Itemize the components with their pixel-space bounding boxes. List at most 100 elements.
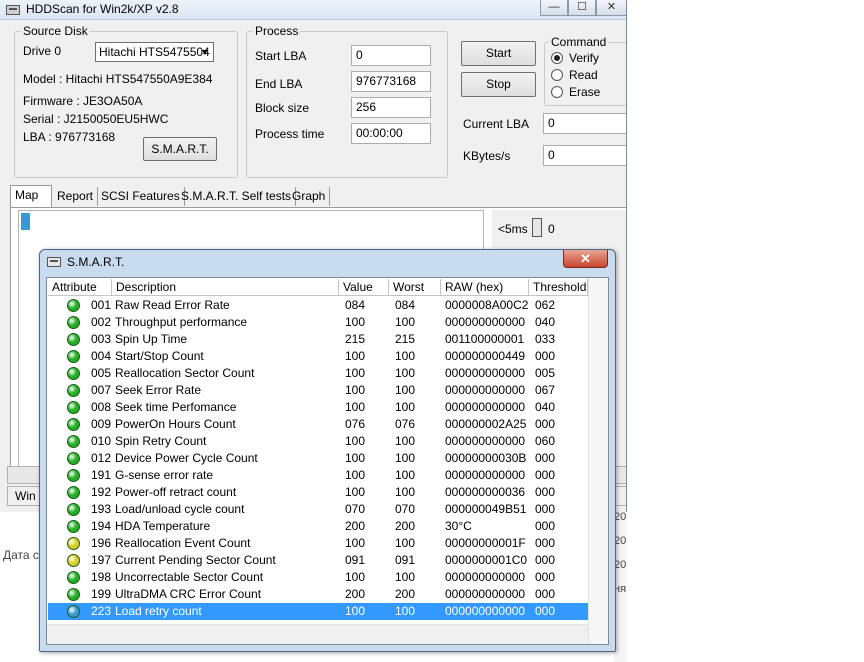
cell-value: 076: [345, 417, 366, 431]
cell-raw: 000000002A25: [445, 417, 527, 431]
cell-value: 100: [345, 468, 366, 482]
radio-erase[interactable]: [551, 86, 563, 98]
cell-attr: 198: [91, 570, 112, 584]
tab-smart-self-tests[interactable]: S.M.A.R.T. Self tests: [177, 187, 297, 206]
start-button[interactable]: Start: [461, 41, 536, 66]
cell-threshold: 000: [535, 451, 556, 465]
cell-threshold: 000: [535, 468, 556, 482]
cell-threshold: 040: [535, 315, 556, 329]
stop-button[interactable]: Stop: [461, 72, 536, 97]
smart-close-button[interactable]: ✕: [563, 250, 608, 268]
table-row[interactable]: 009 PowerOn Hours Count 076 076 000000002A25…: [48, 416, 588, 433]
column-header-value[interactable]: Value: [339, 279, 389, 296]
main-titlebar[interactable]: HDDScan for Win2k/XP v2.8 — ☐ ✕: [0, 0, 626, 20]
table-row[interactable]: 196 Reallocation Event Count 100 100 0000000…: [48, 535, 588, 552]
table-row[interactable]: 012 Device Power Cycle Count 100 100 0000000…: [48, 450, 588, 467]
table-row[interactable]: 197 Current Pending Sector Count 091 091 000…: [48, 552, 588, 569]
cell-raw: 000000000000: [445, 383, 526, 397]
cell-attr: 199: [91, 587, 112, 601]
cell-threshold: 000: [535, 502, 556, 516]
legend-label: <5ms: [498, 222, 528, 236]
tab-graph[interactable]: Graph: [288, 187, 331, 206]
column-header-description[interactable]: Description: [112, 279, 339, 296]
cell-attr: 008: [91, 400, 112, 414]
cell-threshold: 000: [535, 553, 556, 567]
tab-report[interactable]: Report: [53, 187, 99, 206]
minimize-button[interactable]: —: [540, 0, 568, 16]
status-indicator-icon: [67, 605, 80, 618]
radio-read-label[interactable]: Read: [569, 68, 598, 82]
smart-window-icon: [47, 257, 61, 267]
table-row[interactable]: 005 Reallocation Sector Count 100 100 000000…: [48, 365, 588, 382]
status-indicator-icon: [67, 503, 80, 516]
status-indicator-icon: [67, 486, 80, 499]
smart-attribute-table[interactable]: Attribute Description Value Worst RAW (h…: [46, 277, 609, 645]
table-row[interactable]: 223 Load retry count 100 100 000000000000 000: [48, 603, 588, 620]
status-indicator-icon: [67, 435, 80, 448]
close-icon: ✕: [580, 251, 591, 266]
cell-raw: 0000000001C0: [445, 553, 528, 567]
cell-value: 100: [345, 604, 366, 618]
radio-verify-label[interactable]: Verify: [569, 51, 599, 65]
cell-raw: 000000000000: [445, 315, 526, 329]
cell-worst: 100: [395, 604, 416, 618]
cell-worst: 076: [395, 417, 416, 431]
cell-raw: 000000000449: [445, 349, 526, 363]
table-row[interactable]: 002 Throughput performance 100 100 000000000…: [48, 314, 588, 331]
horizontal-scrollbar[interactable]: [47, 624, 588, 644]
table-row[interactable]: 004 Start/Stop Count 100 100 000000000449 000: [48, 348, 588, 365]
column-header-threshold[interactable]: Threshold: [529, 279, 588, 296]
table-row[interactable]: 010 Spin Retry Count 100 100 000000000000 060: [48, 433, 588, 450]
drive-select[interactable]: Hitachi HTS5475504 ▼: [95, 42, 214, 62]
cell-attr: 003: [91, 332, 112, 346]
cell-raw: 000000000000: [445, 366, 526, 380]
smart-button[interactable]: S.M.A.R.T.: [143, 137, 217, 161]
cell-raw: 000000049B51: [445, 502, 527, 516]
cell-worst: 100: [395, 400, 416, 414]
cell-desc: G-sense error rate: [115, 468, 214, 482]
column-header-worst[interactable]: Worst: [389, 279, 441, 296]
map-block: [21, 213, 30, 230]
close-button[interactable]: ✕: [596, 0, 626, 16]
close-icon: ✕: [606, 1, 617, 13]
table-row[interactable]: 008 Seek time Perfomance 100 100 00000000000…: [48, 399, 588, 416]
vertical-scrollbar[interactable]: [588, 278, 608, 644]
cell-threshold: 000: [535, 519, 556, 533]
chevron-down-icon[interactable]: ▼: [198, 44, 212, 60]
cell-raw: 000000000036: [445, 485, 526, 499]
radio-verify[interactable]: [551, 52, 563, 64]
tab-scsi-features[interactable]: SCSI Features: [97, 187, 185, 206]
cell-value: 084: [345, 298, 366, 312]
cell-worst: 100: [395, 536, 416, 550]
block-size-input[interactable]: 256: [351, 97, 431, 118]
status-indicator-icon: [67, 316, 80, 329]
table-row[interactable]: 003 Spin Up Time 215 215 001100000001 033: [48, 331, 588, 348]
table-row[interactable]: 193 Load/unload cycle count 070 070 00000004…: [48, 501, 588, 518]
table-row[interactable]: 192 Power-off retract count 100 100 00000000…: [48, 484, 588, 501]
column-header-attribute[interactable]: Attribute: [48, 279, 112, 296]
radio-read[interactable]: [551, 69, 563, 81]
end-lba-input[interactable]: 976773168: [351, 71, 431, 92]
start-lba-input[interactable]: 0: [351, 45, 431, 66]
cell-desc: Start/Stop Count: [115, 349, 204, 363]
table-row[interactable]: 007 Seek Error Rate 100 100 000000000000 067: [48, 382, 588, 399]
start-lba-label: Start LBA: [255, 49, 307, 63]
end-lba-label: End LBA: [255, 77, 303, 91]
radio-erase-label[interactable]: Erase: [569, 85, 600, 99]
table-row[interactable]: 001 Raw Read Error Rate 084 084 0000008A00C2…: [48, 297, 588, 314]
table-row[interactable]: 198 Uncorrectable Sector Count 100 100 00000…: [48, 569, 588, 586]
cell-value: 100: [345, 315, 366, 329]
table-row[interactable]: 199 UltraDMA CRC Error Count 200 200 0000000…: [48, 586, 588, 603]
cell-threshold: 000: [535, 417, 556, 431]
cell-value: 070: [345, 502, 366, 516]
maximize-button[interactable]: ☐: [568, 0, 596, 16]
cell-value: 100: [345, 400, 366, 414]
column-header-raw[interactable]: RAW (hex): [441, 279, 529, 296]
tab-map[interactable]: Map: [10, 185, 52, 208]
table-row[interactable]: 191 G-sense error rate 100 100 000000000000 0…: [48, 467, 588, 484]
table-row[interactable]: 194 HDA Temperature 200 200 30°C 000: [48, 518, 588, 535]
smart-dialog-title: S.M.A.R.T.: [67, 255, 125, 269]
status-indicator-icon: [67, 418, 80, 431]
serial-text: Serial : J2150050EU5HWC: [23, 112, 169, 126]
cell-raw: 000000000000: [445, 587, 526, 601]
